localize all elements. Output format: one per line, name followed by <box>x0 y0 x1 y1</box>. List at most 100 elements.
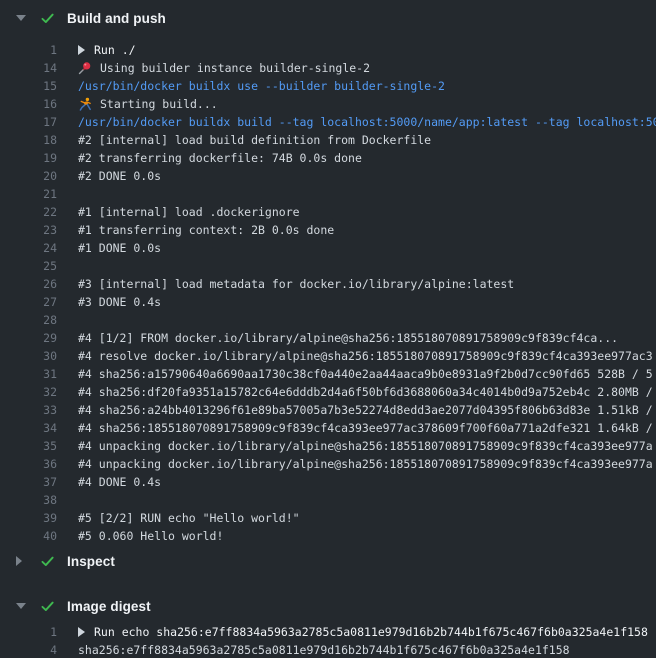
line-number: 34 <box>0 421 57 435</box>
log-line[interactable]: 15/usr/bin/docker buildx use --builder b… <box>0 77 656 95</box>
line-number: 15 <box>0 79 57 93</box>
line-number: 38 <box>0 493 57 507</box>
line-number: 30 <box>0 349 57 363</box>
line-content: Starting build... <box>78 97 656 111</box>
line-text: #4 sha256:185518070891758909c9f839cf4ca3… <box>78 421 653 435</box>
log-line[interactable]: 32#4 sha256:df20fa9351a15782c64e6dddb2d4… <box>0 383 656 401</box>
line-text: #4 unpacking docker.io/library/alpine@sh… <box>78 457 653 471</box>
line-text: #4 sha256:a15790640a6690aa1730c38cf0a440… <box>78 367 653 381</box>
line-text: #5 [2/2] RUN echo "Hello world!" <box>78 511 300 525</box>
line-content: Run ./ <box>78 43 656 57</box>
log-line[interactable]: 27#3 DONE 0.4s <box>0 293 656 311</box>
log-line[interactable]: 23#1 transferring context: 2B 0.0s done <box>0 221 656 239</box>
line-number: 14 <box>0 61 57 75</box>
line-number: 20 <box>0 169 57 183</box>
line-text: #1 transferring context: 2B 0.0s done <box>78 223 334 237</box>
check-icon <box>40 599 55 614</box>
chevron-down-icon[interactable] <box>16 603 26 609</box>
expand-group-arrow-icon[interactable] <box>78 45 85 55</box>
log-line[interactable]: 24#1 DONE 0.0s <box>0 239 656 257</box>
line-content: #4 unpacking docker.io/library/alpine@sh… <box>78 439 656 453</box>
line-text: #4 [1/2] FROM docker.io/library/alpine@s… <box>78 331 618 345</box>
log-line[interactable]: 34 #4 sha256:185518070891758909c9f839cf4c… <box>0 419 656 437</box>
line-number: 26 <box>0 277 57 291</box>
log-line[interactable]: 31 #4 sha256:a15790640a6690aa1730c38cf0a4… <box>0 365 656 383</box>
line-content: #4 DONE 0.4s <box>78 475 656 489</box>
log-line[interactable]: 29 #4 [1/2] FROM docker.io/library/alpine… <box>0 329 656 347</box>
line-number: 16 <box>0 97 57 111</box>
section-header-image-digest[interactable]: Image digest <box>0 594 656 618</box>
log-line[interactable]: 37 #4 DONE 0.4s <box>0 473 656 491</box>
log-line[interactable]: 28 <box>0 311 656 329</box>
line-content: #5 0.060 Hello world! <box>78 529 656 543</box>
line-text: sha256:e7ff8834a5963a2785c5a0811e979d16b… <box>78 643 570 657</box>
line-content: Run echo sha256:e7ff8834a5963a2785c5a081… <box>78 625 656 639</box>
line-content: #1 DONE 0.0s <box>78 241 656 255</box>
chevron-down-icon[interactable] <box>16 15 26 21</box>
log-line[interactable]: 30 #4 resolve docker.io/library/alpine@sh… <box>0 347 656 365</box>
log-line[interactable]: 20 #2 DONE 0.0s <box>0 167 656 185</box>
line-number: 22 <box>0 205 57 219</box>
log-line[interactable]: 25 <box>0 257 656 275</box>
line-content: #4 sha256:185518070891758909c9f839cf4ca3… <box>78 421 656 435</box>
expand-group-arrow-icon[interactable] <box>78 627 85 637</box>
log-line[interactable]: 1 Run echo sha256:e7ff8834a5963a2785c5a08… <box>0 623 656 641</box>
log-line[interactable]: 4 sha256:e7ff8834a5963a2785c5a0811e979d16… <box>0 641 656 658</box>
line-content: #2 transferring dockerfile: 74B 0.0s don… <box>78 151 656 165</box>
line-number: 18 <box>0 133 57 147</box>
line-number: 31 <box>0 367 57 381</box>
pushpin-icon <box>78 61 92 75</box>
log-line[interactable]: 35#4 unpacking docker.io/library/alpine@… <box>0 437 656 455</box>
line-content: #2 [internal] load build definition from… <box>78 133 656 147</box>
line-content: sha256:e7ff8834a5963a2785c5a0811e979d16b… <box>78 643 656 657</box>
section-header-build-and-push[interactable]: Build and push <box>0 6 656 30</box>
line-text: /usr/bin/docker buildx use --builder bui… <box>78 79 445 93</box>
line-content: #2 DONE 0.0s <box>78 169 656 183</box>
line-text: Using builder instance builder-single-2 <box>100 61 370 75</box>
line-number: 36 <box>0 457 57 471</box>
section-header-inspect[interactable]: Inspect <box>0 549 656 573</box>
log-section-inspect: Inspect <box>0 549 656 573</box>
line-number: 17 <box>0 115 57 129</box>
runner-icon <box>78 97 92 111</box>
log-line[interactable]: 1 Run ./ <box>0 41 656 59</box>
check-icon <box>40 11 55 26</box>
log-line[interactable]: 19 #2 transferring dockerfile: 74B 0.0s d… <box>0 149 656 167</box>
log-section-image-digest: Image digest 1 Run echo sha256:e7ff8834a5… <box>0 594 656 658</box>
line-number: 29 <box>0 331 57 345</box>
log-line[interactable]: 38 <box>0 491 656 509</box>
line-number: 37 <box>0 475 57 489</box>
check-icon <box>40 554 55 569</box>
line-content: /usr/bin/docker buildx build --tag local… <box>78 115 656 129</box>
log-line[interactable]: 18 #2 [internal] load build definition fr… <box>0 131 656 149</box>
log-line[interactable]: 17/usr/bin/docker buildx build --tag loc… <box>0 113 656 131</box>
log-line[interactable]: 26 #3 [internal] load metadata for docker… <box>0 275 656 293</box>
line-number: 28 <box>0 313 57 327</box>
log-line[interactable]: 14 Using builder instance builder-single-… <box>0 59 656 77</box>
line-number: 4 <box>0 643 57 657</box>
line-number: 21 <box>0 187 57 201</box>
line-text: Run echo sha256:e7ff8834a5963a2785c5a081… <box>94 625 648 639</box>
log-line[interactable]: 40#5 0.060 Hello world! <box>0 527 656 545</box>
chevron-right-icon[interactable] <box>16 556 22 566</box>
line-number: 39 <box>0 511 57 525</box>
line-number: 1 <box>0 625 57 639</box>
line-number: 1 <box>0 43 57 57</box>
log-line[interactable]: 21 <box>0 185 656 203</box>
log-section-build-and-push: Build and push 1 Run ./ 14 Using builder in… <box>0 6 656 545</box>
log-line[interactable]: 33#4 sha256:a24bb4013296f61e89ba57005a7b… <box>0 401 656 419</box>
line-text: #2 transferring dockerfile: 74B 0.0s don… <box>78 151 362 165</box>
log-line[interactable]: 16 Starting build... <box>0 95 656 113</box>
log-line[interactable]: 39 #5 [2/2] RUN echo "Hello world!" <box>0 509 656 527</box>
line-text: #4 resolve docker.io/library/alpine@sha2… <box>78 349 653 363</box>
line-content: Using builder instance builder-single-2 <box>78 61 656 75</box>
line-text: Run ./ <box>94 43 136 57</box>
line-number: 19 <box>0 151 57 165</box>
line-text: #4 unpacking docker.io/library/alpine@sh… <box>78 439 653 453</box>
log-line[interactable]: 22#1 [internal] load .dockerignore <box>0 203 656 221</box>
line-text: #3 [internal] load metadata for docker.i… <box>78 277 514 291</box>
log-line[interactable]: 36 #4 unpacking docker.io/library/alpine@… <box>0 455 656 473</box>
line-text: Starting build... <box>100 97 218 111</box>
line-text: #4 sha256:df20fa9351a15782c64e6dddb2d4a6… <box>78 385 653 399</box>
line-content: #4 [1/2] FROM docker.io/library/alpine@s… <box>78 331 656 345</box>
